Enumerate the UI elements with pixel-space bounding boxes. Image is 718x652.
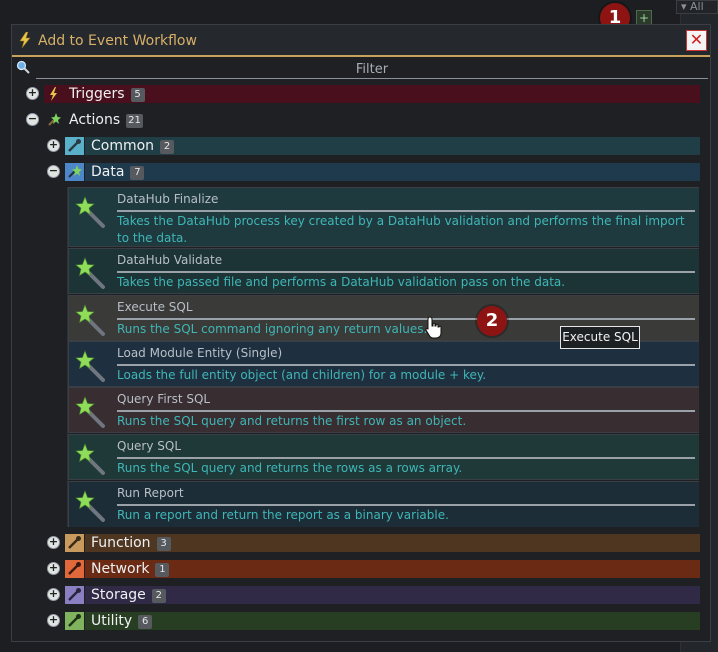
category-label-actions: Actions 21 <box>63 111 143 129</box>
data-actions-list[interactable]: DataHub Finalize Takes the DataHub proce… <box>67 187 699 527</box>
lightning-icon <box>19 32 31 48</box>
expand-toggle-icon[interactable]: + <box>26 87 39 100</box>
category-label: Function <box>91 535 151 551</box>
action-item-query-sql[interactable]: Query SQL Runs the SQL query and returns… <box>68 434 699 480</box>
wrench-icon <box>65 612 84 630</box>
action-item-datahub-validate[interactable]: DataHub Validate Takes the passed file a… <box>68 248 699 294</box>
category-label: Actions <box>69 112 121 128</box>
magic-wand-icon <box>75 396 105 428</box>
count-badge: 5 <box>130 88 145 102</box>
category-bar-network: Network 1 <box>85 560 700 578</box>
category-bar-function: Function 3 <box>85 534 700 552</box>
wrench-icon <box>65 137 84 155</box>
divider <box>117 318 695 320</box>
action-item-query-first-sql[interactable]: Query First SQL Runs the SQL query and r… <box>68 387 699 433</box>
expand-toggle-icon[interactable]: + <box>47 139 60 152</box>
magic-wand-icon <box>48 113 61 126</box>
action-description: Run a report and return the report as a … <box>117 508 449 522</box>
divider <box>117 210 695 212</box>
search-icon <box>16 60 30 74</box>
action-item-datahub-finalize[interactable]: DataHub Finalize Takes the DataHub proce… <box>68 187 699 247</box>
category-label: Common <box>91 138 155 154</box>
category-bar-storage: Storage 2 <box>85 586 700 604</box>
tree-node-data[interactable]: − Data 7 <box>47 163 700 181</box>
wrench-icon <box>65 560 84 578</box>
category-bar-utility: Utility 6 <box>85 612 700 630</box>
count-badge: 7 <box>130 166 145 180</box>
category-bar-triggers: Triggers 5 <box>63 85 700 103</box>
magic-wand-icon <box>75 350 105 382</box>
expand-toggle-icon[interactable]: + <box>47 562 60 575</box>
action-item-run-report[interactable]: Run Report Run a report and return the r… <box>68 481 699 527</box>
tree-node-utility[interactable]: + Utility 6 <box>47 612 700 630</box>
expand-toggle-icon[interactable]: + <box>47 588 60 601</box>
wrench-icon <box>65 586 84 604</box>
collapse-toggle-icon[interactable]: − <box>26 113 39 126</box>
action-description: Takes the passed file and performs a Dat… <box>117 275 566 289</box>
hand-cursor-icon <box>425 316 442 339</box>
step-marker-2: 2 <box>477 306 507 336</box>
magic-wand-icon <box>75 443 105 475</box>
tree-node-network[interactable]: + Network 1 <box>47 560 700 578</box>
dialog-titlebar[interactable]: Add to Event Workflow ✕ <box>12 25 710 57</box>
background-field-text: All <box>690 0 704 13</box>
filter-input[interactable] <box>36 61 708 79</box>
count-badge: 21 <box>126 114 143 128</box>
magic-wand-icon <box>75 304 105 336</box>
category-label: Data <box>91 164 125 180</box>
lightning-icon <box>44 85 63 103</box>
action-description: Loads the full entity object (and childr… <box>117 368 487 382</box>
collapse-toggle-icon[interactable]: − <box>47 165 60 178</box>
wrench-icon <box>65 534 84 552</box>
tree-node-triggers[interactable]: + Triggers 5 <box>26 85 700 103</box>
expand-toggle-icon[interactable]: + <box>47 614 60 627</box>
divider <box>117 410 695 412</box>
action-description: Takes the DataHub process key created by… <box>117 214 685 245</box>
dialog-title: Add to Event Workflow <box>38 33 197 49</box>
divider <box>117 364 695 366</box>
action-description: Runs the SQL query and returns the rows … <box>117 461 463 475</box>
category-label: Triggers <box>69 86 125 102</box>
magic-wand-icon <box>75 196 105 228</box>
action-title: Query First SQL <box>117 392 211 406</box>
tree-node-actions[interactable]: − Actions 21 <box>26 111 700 129</box>
action-title: Execute SQL <box>117 300 193 314</box>
divider <box>117 271 695 273</box>
tooltip-execute-sql: Execute SQL <box>560 326 640 349</box>
action-title: Run Report <box>117 486 184 500</box>
count-badge: 2 <box>151 589 166 603</box>
count-badge: 2 <box>160 140 175 154</box>
count-badge: 6 <box>138 615 153 629</box>
filter-row <box>16 59 708 79</box>
category-label: Utility <box>91 613 133 629</box>
divider <box>117 504 695 506</box>
category-label: Network <box>91 561 150 577</box>
expand-toggle-icon[interactable]: + <box>47 536 60 549</box>
action-title: Load Module Entity (Single) <box>117 346 283 360</box>
close-button[interactable]: ✕ <box>686 30 707 51</box>
close-icon: ✕ <box>689 30 704 49</box>
action-title: DataHub Validate <box>117 253 223 267</box>
background-filter-field[interactable]: ▾ All <box>676 0 718 14</box>
magic-wand-icon <box>75 490 105 522</box>
action-title: Query SQL <box>117 439 182 453</box>
action-title: DataHub Finalize <box>117 192 219 206</box>
divider <box>117 457 695 459</box>
category-bar-data: Data 7 <box>85 163 700 181</box>
category-label: Storage <box>91 587 146 603</box>
magic-wand-icon <box>75 257 105 289</box>
tree-node-common[interactable]: + Common 2 <box>47 137 700 155</box>
tree-node-storage[interactable]: + Storage 2 <box>47 586 700 604</box>
category-bar-common: Common 2 <box>85 137 700 155</box>
magic-wand-icon <box>65 163 84 181</box>
count-badge: 1 <box>155 563 170 577</box>
count-badge: 3 <box>156 537 171 551</box>
tree-node-function[interactable]: + Function 3 <box>47 534 700 552</box>
action-description: Runs the SQL query and returns the first… <box>117 414 467 428</box>
